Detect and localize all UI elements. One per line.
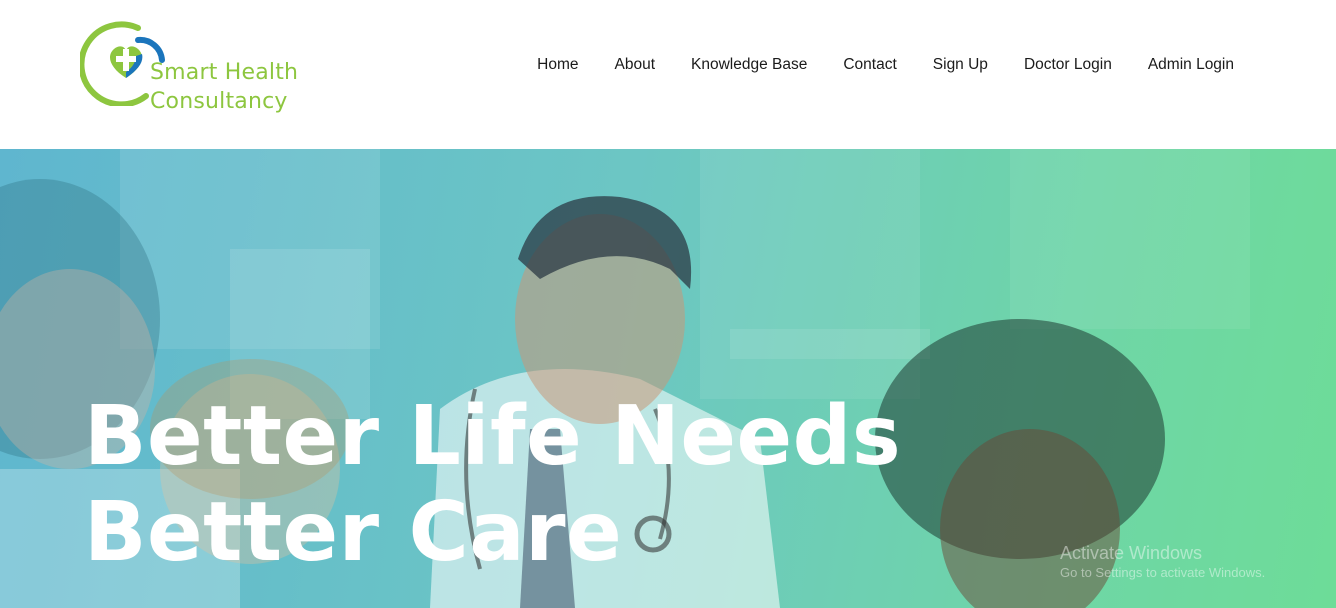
hero-headline: Better Life Needs Better Care bbox=[84, 389, 901, 581]
brand-line-2: Consultancy bbox=[150, 89, 288, 114]
site-header: Smart Health Consultancy Home About Know… bbox=[0, 0, 1336, 149]
nav-contact[interactable]: Contact bbox=[825, 54, 914, 76]
nav-admin-login[interactable]: Admin Login bbox=[1130, 54, 1252, 76]
hero-headline-line-2: Better Care bbox=[84, 485, 623, 580]
watermark-subtitle: Go to Settings to activate Windows. bbox=[1060, 565, 1266, 580]
nav-doctor-login[interactable]: Doctor Login bbox=[1006, 54, 1130, 76]
hero-headline-line-1: Better Life Needs bbox=[84, 389, 902, 484]
site-logo[interactable]: Smart Health Consultancy bbox=[80, 16, 350, 120]
nav-sign-up[interactable]: Sign Up bbox=[915, 54, 1006, 76]
main-nav: Home About Knowledge Base Contact Sign U… bbox=[519, 54, 1252, 76]
brand-name: Smart Health Consultancy bbox=[150, 58, 298, 116]
brand-line-1: Smart Health bbox=[150, 60, 299, 85]
watermark-title: Activate Windows bbox=[1060, 543, 1203, 563]
windows-activation-watermark: Activate Windows Go to Settings to activ… bbox=[1060, 542, 1265, 582]
nav-home[interactable]: Home bbox=[519, 54, 596, 76]
nav-knowledge-base[interactable]: Knowledge Base bbox=[673, 54, 825, 76]
nav-about[interactable]: About bbox=[597, 54, 674, 76]
hero-banner: Better Life Needs Better Care Activate W… bbox=[0, 149, 1336, 608]
